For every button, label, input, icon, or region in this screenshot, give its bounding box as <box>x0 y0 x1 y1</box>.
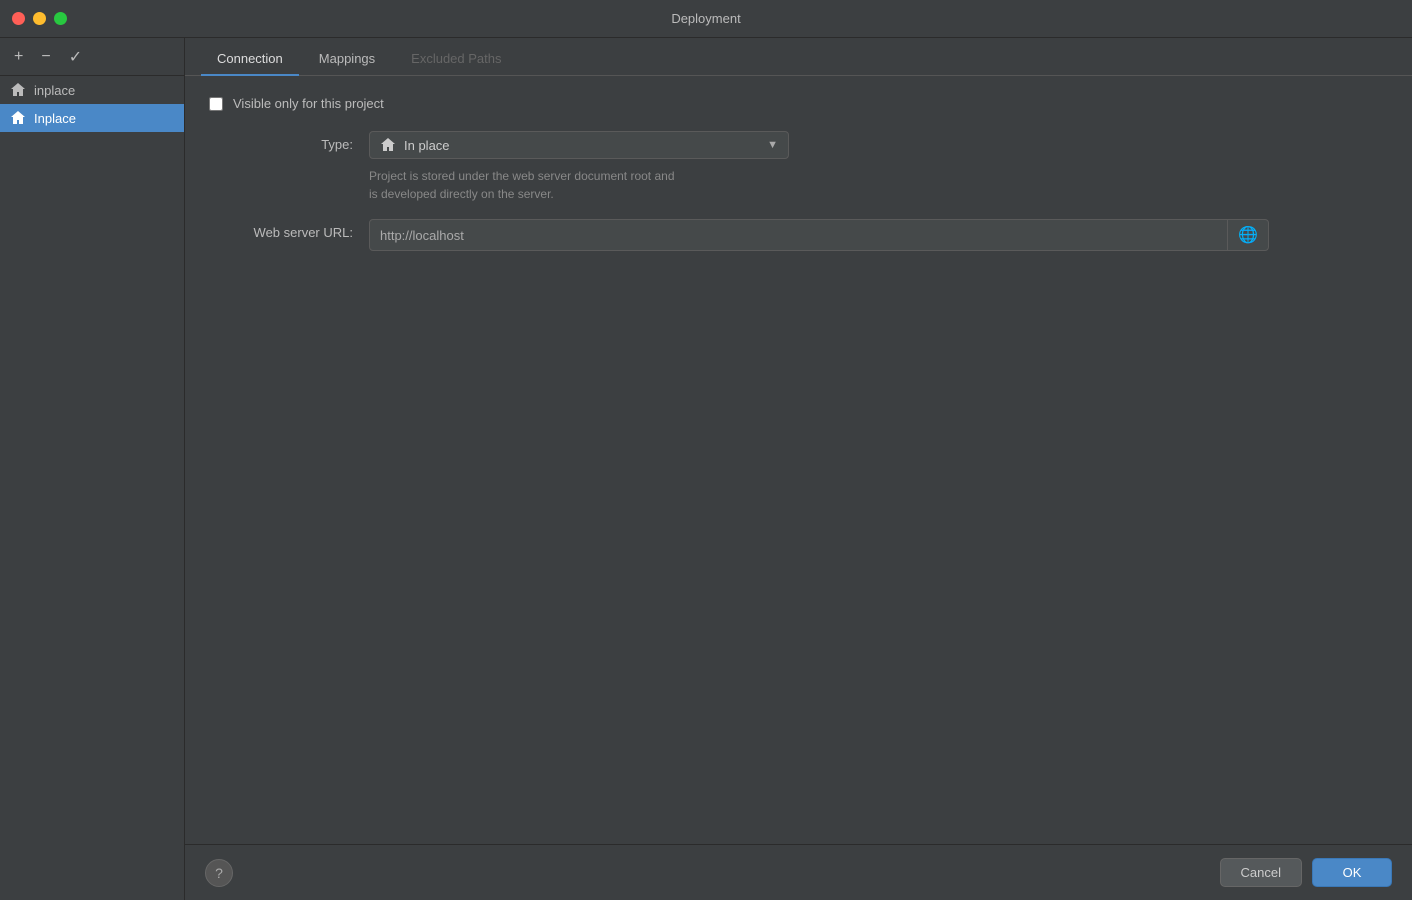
url-input-wrap: 🌐 <box>369 219 1269 251</box>
title-bar: Deployment <box>0 0 1412 38</box>
confirm-button[interactable]: ✓ <box>65 45 86 69</box>
type-label: Type: <box>209 131 369 152</box>
cancel-button[interactable]: Cancel <box>1220 858 1302 887</box>
content-area: Connection Mappings Excluded Paths Visib… <box>185 38 1412 900</box>
web-server-url-input[interactable] <box>370 222 1227 249</box>
type-dropdown-left: In place <box>380 137 450 153</box>
ok-button[interactable]: OK <box>1312 858 1392 887</box>
remove-button[interactable]: − <box>37 46 54 68</box>
tabs-bar: Connection Mappings Excluded Paths <box>185 38 1412 76</box>
tab-mappings[interactable]: Mappings <box>303 43 391 76</box>
minimize-button[interactable] <box>33 12 46 25</box>
visible-only-row: Visible only for this project <box>209 96 1388 111</box>
help-button[interactable]: ? <box>205 859 233 887</box>
sidebar-item-inplace-upper[interactable]: Inplace <box>0 104 184 132</box>
sidebar-toolbar: + − ✓ <box>0 38 184 76</box>
type-description: Project is stored under the web server d… <box>369 167 969 203</box>
type-house-icon <box>380 137 396 153</box>
house-icon <box>10 82 26 98</box>
add-button[interactable]: + <box>10 46 27 68</box>
tab-connection[interactable]: Connection <box>201 43 299 76</box>
window-title: Deployment <box>671 11 740 26</box>
type-value: In place <box>404 138 450 153</box>
main-layout: + − ✓ inplace Inplace Connection <box>0 38 1412 900</box>
sidebar-items: inplace Inplace <box>0 76 184 900</box>
house-icon-selected <box>10 110 26 126</box>
sidebar: + − ✓ inplace Inplace <box>0 38 185 900</box>
sidebar-item-inplace-lower[interactable]: inplace <box>0 76 184 104</box>
web-server-url-label: Web server URL: <box>209 219 369 240</box>
dropdown-arrow-icon: ▼ <box>767 139 778 151</box>
type-dropdown[interactable]: In place ▼ <box>369 131 789 159</box>
globe-button[interactable]: 🌐 <box>1227 220 1268 250</box>
sidebar-item-label-selected: Inplace <box>34 111 76 126</box>
bottom-actions: Cancel OK <box>1220 858 1392 887</box>
close-button[interactable] <box>12 12 25 25</box>
tab-excluded-paths[interactable]: Excluded Paths <box>395 43 517 76</box>
visible-only-checkbox[interactable] <box>209 97 223 111</box>
bottom-bar: ? Cancel OK <box>185 844 1412 900</box>
web-server-url-row: Web server URL: 🌐 <box>209 219 1388 251</box>
maximize-button[interactable] <box>54 12 67 25</box>
type-row: Type: In place ▼ Project is stored under… <box>209 131 1388 203</box>
window-controls <box>12 12 67 25</box>
form-area: Visible only for this project Type: In p… <box>185 76 1412 844</box>
visible-only-label: Visible only for this project <box>233 96 384 111</box>
type-control-wrap: In place ▼ Project is stored under the w… <box>369 131 1388 203</box>
sidebar-item-label: inplace <box>34 83 75 98</box>
